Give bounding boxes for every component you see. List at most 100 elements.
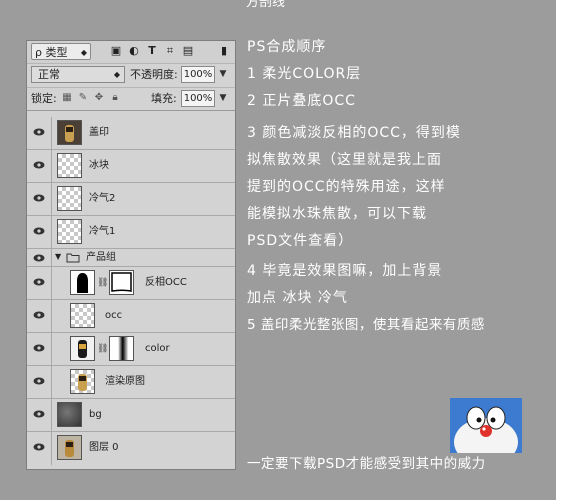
layer-name: bg bbox=[89, 409, 102, 420]
chevron-updown-icon: ◆ bbox=[80, 48, 87, 57]
lock-all-icon[interactable]: 🔒︎ bbox=[109, 91, 121, 105]
layers-panel: ρ 类型 ◆ ▣ ◐ T ⌗ ▤ ▮ 正常 ◆ 不透明度: 100% ▼ 锁定: ▦… bbox=[26, 40, 236, 470]
type-filter-icon[interactable]: T bbox=[145, 43, 159, 59]
note-line: 拟焦散效果（这里就是我上面 bbox=[247, 152, 442, 168]
divider bbox=[51, 249, 52, 266]
filter-toggle-icon[interactable]: ▮ bbox=[217, 43, 231, 59]
fill-dropdown-icon[interactable]: ▼ bbox=[216, 90, 230, 107]
opacity-input[interactable]: 100% bbox=[181, 66, 215, 83]
layer-row[interactable]: 冷气1 bbox=[27, 216, 235, 249]
group-name: 产品组 bbox=[86, 252, 116, 263]
layer-name: occ bbox=[105, 310, 123, 321]
divider bbox=[51, 432, 52, 465]
chevron-updown-icon: ◆ bbox=[113, 70, 120, 79]
divider bbox=[51, 399, 52, 431]
layer-thumbnail bbox=[70, 336, 95, 361]
footer-note: 一定要下载PSD才能感受到其中的威力 bbox=[247, 456, 486, 472]
layer-thumbnail bbox=[57, 120, 82, 145]
layer-mask-thumbnail bbox=[109, 336, 134, 361]
note-line: 5 盖印柔光整张图，使其看起来有质感 bbox=[247, 317, 485, 333]
divider bbox=[51, 366, 52, 398]
smart-object-filter-icon[interactable]: ▤ bbox=[181, 43, 195, 59]
layer-name: 渲染原图 bbox=[105, 376, 145, 387]
layer-thumbnail bbox=[70, 369, 95, 394]
layer-row[interactable]: bg bbox=[27, 399, 235, 432]
visibility-eye-icon[interactable] bbox=[33, 409, 45, 419]
layer-row[interactable]: 渲染原图 bbox=[27, 366, 235, 399]
visibility-eye-icon[interactable] bbox=[33, 277, 45, 287]
visibility-eye-icon[interactable] bbox=[33, 376, 45, 386]
visibility-eye-icon[interactable] bbox=[33, 343, 45, 353]
note-line: 2 正片叠底OCC bbox=[247, 93, 356, 109]
folder-icon bbox=[66, 253, 80, 263]
layer-row[interactable]: occ bbox=[27, 300, 235, 333]
divider bbox=[51, 150, 52, 182]
opacity-label: 不透明度: bbox=[130, 68, 178, 81]
layer-name: 冷气2 bbox=[89, 193, 116, 204]
lock-position-icon[interactable]: ✥ bbox=[93, 91, 105, 105]
blend-mode-value: 正常 bbox=[38, 68, 60, 81]
visibility-eye-icon[interactable] bbox=[33, 226, 45, 236]
layer-thumbnail bbox=[70, 270, 95, 295]
layer-row[interactable]: 冷气2 bbox=[27, 183, 235, 216]
notes-title: PS合成顺序 bbox=[247, 39, 327, 55]
layer-thumbnail bbox=[57, 153, 82, 178]
divider bbox=[51, 183, 52, 215]
layer-name: 图层 0 bbox=[89, 442, 119, 453]
layers-filter-toolbar: ρ 类型 ◆ ▣ ◐ T ⌗ ▤ ▮ bbox=[27, 41, 235, 64]
lock-image-icon[interactable]: ✎ bbox=[77, 91, 89, 105]
divider bbox=[51, 333, 52, 365]
lock-row: 锁定: ▦ ✎ ✥ 🔒︎ 填充: 100% ▼ bbox=[27, 88, 235, 111]
image-filter-icon[interactable]: ▣ bbox=[109, 43, 123, 59]
lock-label: 锁定: bbox=[31, 92, 57, 105]
layer-group-row[interactable]: ▼ 产品组 bbox=[27, 249, 235, 267]
visibility-eye-icon[interactable] bbox=[33, 160, 45, 170]
lock-transparent-icon[interactable]: ▦ bbox=[61, 91, 73, 105]
filter-kind-select[interactable]: ρ 类型 ◆ bbox=[31, 43, 91, 60]
link-chain-icon[interactable]: ⛓︎ bbox=[97, 278, 108, 288]
note-line: 4 毕竟是效果图嘛，加上背景 bbox=[247, 263, 443, 279]
visibility-eye-icon[interactable] bbox=[33, 193, 45, 203]
visibility-eye-icon[interactable] bbox=[33, 442, 45, 452]
chevron-down-icon[interactable]: ▼ bbox=[55, 252, 61, 261]
note-line: 能模拟水珠焦散，可以下载 bbox=[247, 206, 427, 222]
adjustment-filter-icon[interactable]: ◐ bbox=[127, 43, 141, 59]
layer-name: 反相OCC bbox=[145, 277, 187, 288]
fill-label: 填充: bbox=[151, 92, 177, 105]
note-line: 1 柔光COLOR层 bbox=[247, 66, 362, 82]
layer-row[interactable]: 冰块 bbox=[27, 150, 235, 183]
top-caption: 方剖线 bbox=[246, 0, 286, 10]
filter-kind-label: ρ 类型 bbox=[35, 46, 68, 59]
divider bbox=[51, 300, 52, 332]
layer-row[interactable]: 图层 0 bbox=[27, 432, 235, 465]
layer-thumbnail bbox=[57, 186, 82, 211]
fill-input[interactable]: 100% bbox=[181, 90, 215, 107]
link-chain-icon[interactable]: ⛓︎ bbox=[97, 344, 108, 354]
note-line: 提到的OCC的特殊用途，这样 bbox=[247, 179, 446, 195]
layer-name: 盖印 bbox=[89, 127, 109, 138]
layer-mask-thumbnail bbox=[109, 270, 134, 295]
layer-thumbnail bbox=[57, 402, 82, 427]
visibility-eye-icon[interactable] bbox=[33, 253, 45, 263]
layer-name: 冰块 bbox=[89, 160, 109, 171]
layer-name: 冷气1 bbox=[89, 226, 116, 237]
layer-thumbnail bbox=[57, 219, 82, 244]
layer-row[interactable]: 盖印 bbox=[27, 117, 235, 150]
note-line: PSD文件查看） bbox=[247, 233, 354, 249]
shape-filter-icon[interactable]: ⌗ bbox=[163, 43, 177, 59]
doraemon-image bbox=[450, 398, 522, 453]
opacity-dropdown-icon[interactable]: ▼ bbox=[216, 66, 230, 83]
layer-row[interactable]: ⛓︎ color bbox=[27, 333, 235, 366]
layer-row[interactable]: ⛓︎ 反相OCC bbox=[27, 267, 235, 300]
visibility-eye-icon[interactable] bbox=[33, 310, 45, 320]
layer-thumbnail bbox=[57, 435, 82, 460]
visibility-eye-icon[interactable] bbox=[33, 127, 45, 137]
blend-mode-select[interactable]: 正常 ◆ bbox=[31, 66, 125, 83]
note-line: 3 颜色减淡反相的OCC，得到模 bbox=[247, 125, 461, 141]
divider bbox=[51, 117, 52, 149]
blend-row: 正常 ◆ 不透明度: 100% ▼ bbox=[27, 63, 235, 88]
layer-thumbnail bbox=[70, 303, 95, 328]
note-line: 加点 冰块 冷气 bbox=[247, 290, 348, 306]
divider bbox=[51, 216, 52, 248]
layer-name: color bbox=[145, 343, 170, 354]
